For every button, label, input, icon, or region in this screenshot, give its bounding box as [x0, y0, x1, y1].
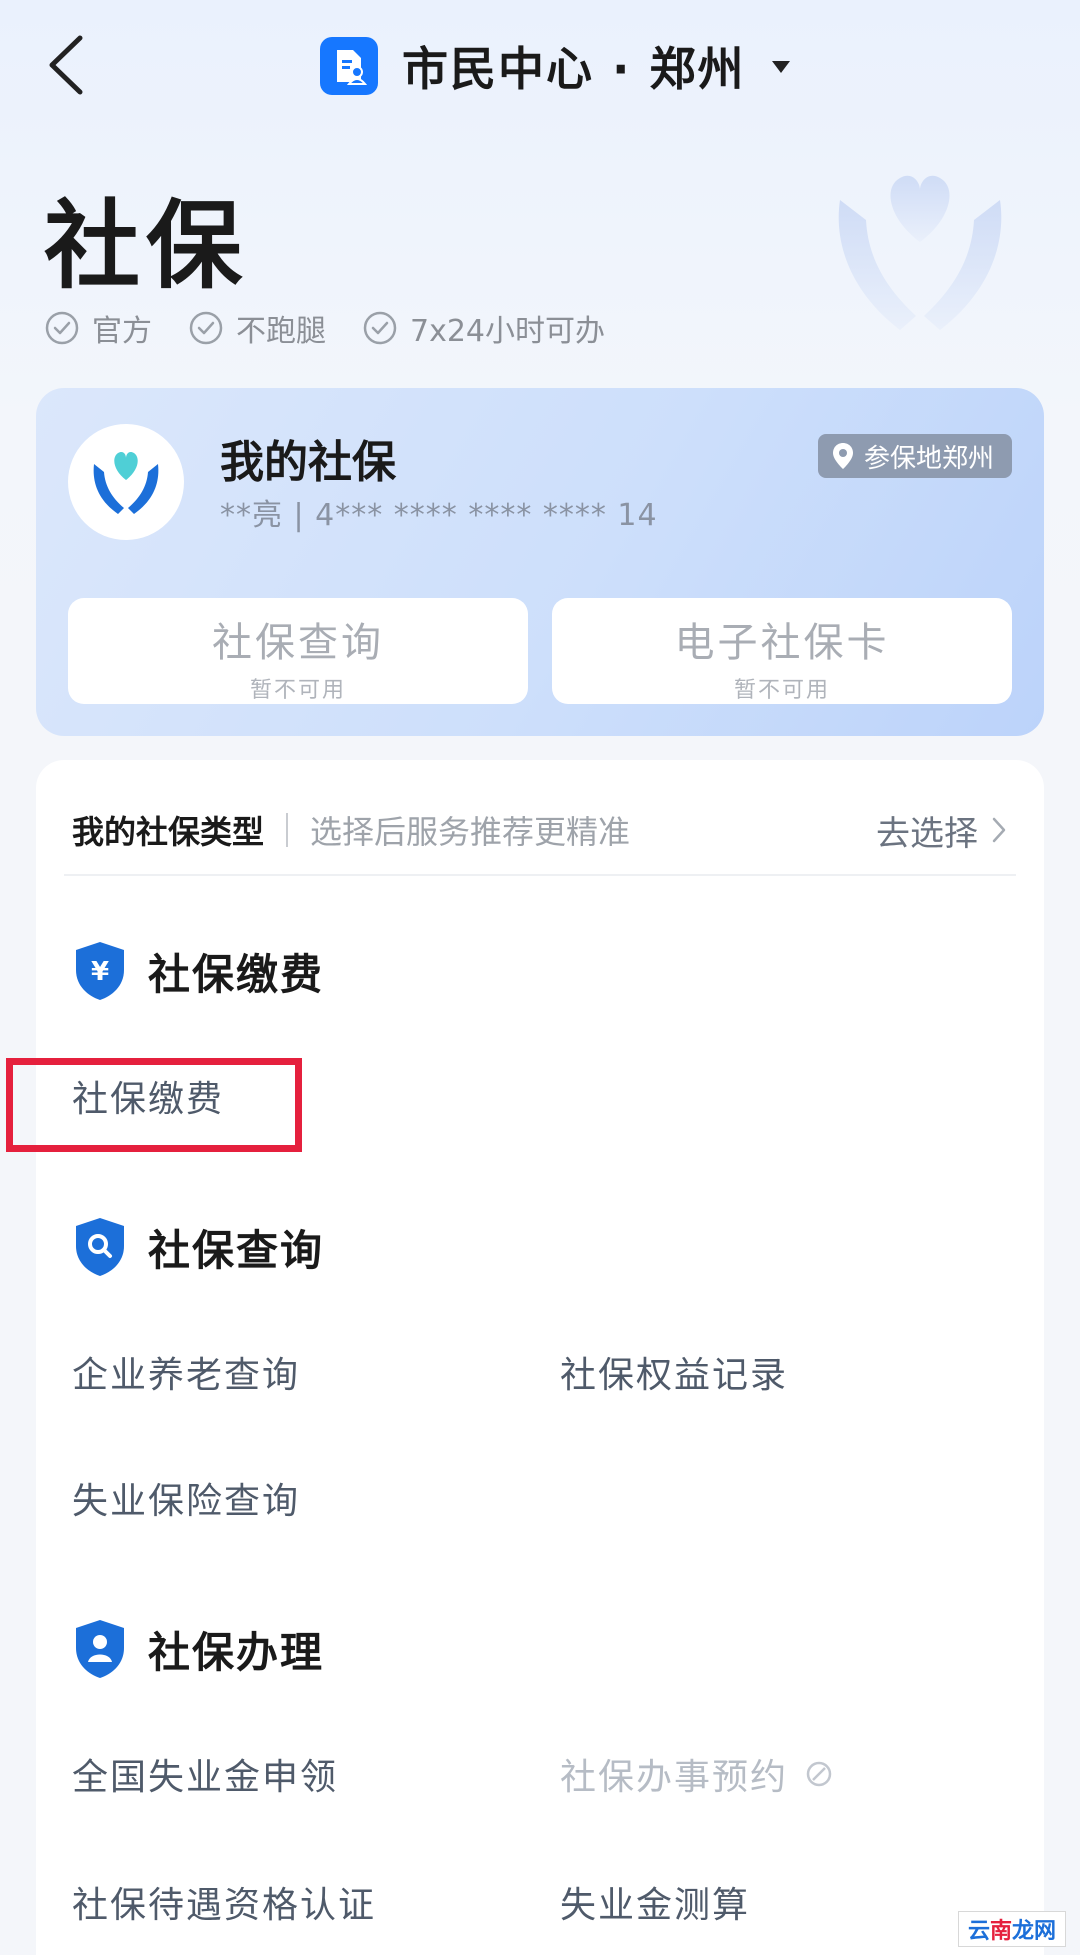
- service-item-eligibility-auth[interactable]: 社保待遇资格认证: [72, 1876, 376, 1928]
- ban-icon: [806, 1761, 832, 1787]
- button-label: 社保查询: [212, 620, 384, 666]
- tag-no-trip: 不跑腿: [188, 306, 326, 350]
- highlight-annotation: [6, 1058, 302, 1152]
- section-title: 社保查询: [148, 1225, 325, 1275]
- button-status: 暂不可用: [733, 678, 830, 703]
- location-label: 参保地郑州: [863, 443, 994, 474]
- back-button[interactable]: [40, 30, 100, 100]
- service-item-rights-record[interactable]: 社保权益记录: [560, 1346, 788, 1398]
- tag-label: 不跑腿: [236, 314, 326, 349]
- svg-text:¥: ¥: [91, 957, 109, 987]
- type-hint: 选择后服务推荐更精准: [310, 813, 631, 851]
- service-item-unemployment-query[interactable]: 失业保险查询: [72, 1472, 300, 1524]
- service-label: 社保权益记录: [560, 1355, 789, 1396]
- card-title: 我的社保: [220, 437, 396, 488]
- tag-label: 官方: [92, 314, 152, 349]
- service-label: 失业金测算: [560, 1885, 751, 1926]
- yuan-shield-icon: ¥: [76, 942, 124, 1000]
- my-social-security-card: 我的社保 **亮 | 4*** **** **** **** 14 参保地郑州 …: [36, 388, 1044, 736]
- feature-tags: 官方 不跑腿 7x24小时可办: [44, 306, 605, 350]
- section-payment: ¥ 社保缴费: [72, 940, 324, 1002]
- button-status: 暂不可用: [249, 678, 346, 703]
- chevron-left-icon: [49, 35, 83, 95]
- section-title: 社保办理: [148, 1627, 325, 1677]
- service-label: 失业保险查询: [72, 1481, 301, 1522]
- tag-label: 7x24小时可办: [410, 314, 606, 349]
- watermark-text: 龙网: [1012, 1919, 1057, 1944]
- page: 市民中心 · 郑州 社保 官方 不跑腿 7x24小时可办 我的社保 **亮 | …: [0, 0, 1080, 1955]
- services-panel: 我的社保类型 选择后服务推荐更精准 去选择 ¥ 社保缴费 社保缴费 社保查询 企…: [36, 760, 1044, 1955]
- divider: [64, 874, 1016, 876]
- avatar: [68, 424, 184, 540]
- location-pin-icon: [832, 443, 853, 469]
- service-label: 社保办事预约: [560, 1757, 789, 1798]
- service-item-benefit-calculator[interactable]: 失业金测算: [560, 1876, 750, 1928]
- user-shield-icon: [76, 1620, 124, 1678]
- card-user-info: **亮 | 4*** **** **** **** 14: [220, 498, 658, 533]
- city-selector[interactable]: 市民中心 · 郑州: [320, 28, 792, 104]
- service-item-pension-query[interactable]: 企业养老查询: [72, 1346, 300, 1398]
- e-social-card-button[interactable]: 电子社保卡 暂不可用: [552, 598, 1012, 704]
- check-circle-icon: [45, 311, 79, 345]
- type-label: 我的社保类型: [72, 813, 265, 851]
- watermark: 云 南 龙网: [958, 1911, 1066, 1947]
- tag-official: 官方: [44, 306, 152, 350]
- chevron-right-icon: [992, 817, 1006, 843]
- top-bar: 市民中心 · 郑州: [0, 0, 1080, 130]
- section-handling: 社保办理: [72, 1618, 324, 1680]
- divider: [286, 813, 289, 847]
- check-circle-icon: [363, 311, 397, 345]
- watermark-text: 云: [967, 1919, 990, 1944]
- social-security-query-button[interactable]: 社保查询 暂不可用: [68, 598, 528, 704]
- select-type-label: 去选择: [876, 813, 978, 854]
- service-label: 全国失业金申领: [72, 1757, 339, 1798]
- service-item-unemployment-claim[interactable]: 全国失业金申领: [72, 1748, 338, 1800]
- select-type-button[interactable]: 去选择: [876, 806, 1008, 855]
- tag-24-7: 7x24小时可办: [362, 306, 605, 350]
- caret-down-icon: [771, 61, 790, 73]
- section-query: 社保查询: [72, 1216, 324, 1278]
- citizen-center-icon: [320, 37, 378, 95]
- watermark-text: 南: [989, 1919, 1012, 1944]
- heart-hands-icon: [838, 175, 1002, 330]
- social-security-type-row: 我的社保类型 选择后服务推荐更精准 去选择: [72, 800, 1008, 860]
- page-title: 社保: [44, 189, 248, 302]
- heart-hands-icon: [93, 451, 159, 514]
- service-item-appointment: 社保办事预约: [560, 1748, 834, 1800]
- check-circle-icon: [189, 311, 223, 345]
- section-title: 社保缴费: [148, 949, 325, 999]
- location-badge[interactable]: 参保地郑州: [817, 434, 1012, 478]
- service-label: 社保待遇资格认证: [72, 1885, 377, 1926]
- app-title: 市民中心 · 郑州: [402, 42, 746, 96]
- search-shield-icon: [76, 1218, 124, 1276]
- service-label: 企业养老查询: [72, 1355, 301, 1396]
- button-label: 电子社保卡: [674, 620, 890, 666]
